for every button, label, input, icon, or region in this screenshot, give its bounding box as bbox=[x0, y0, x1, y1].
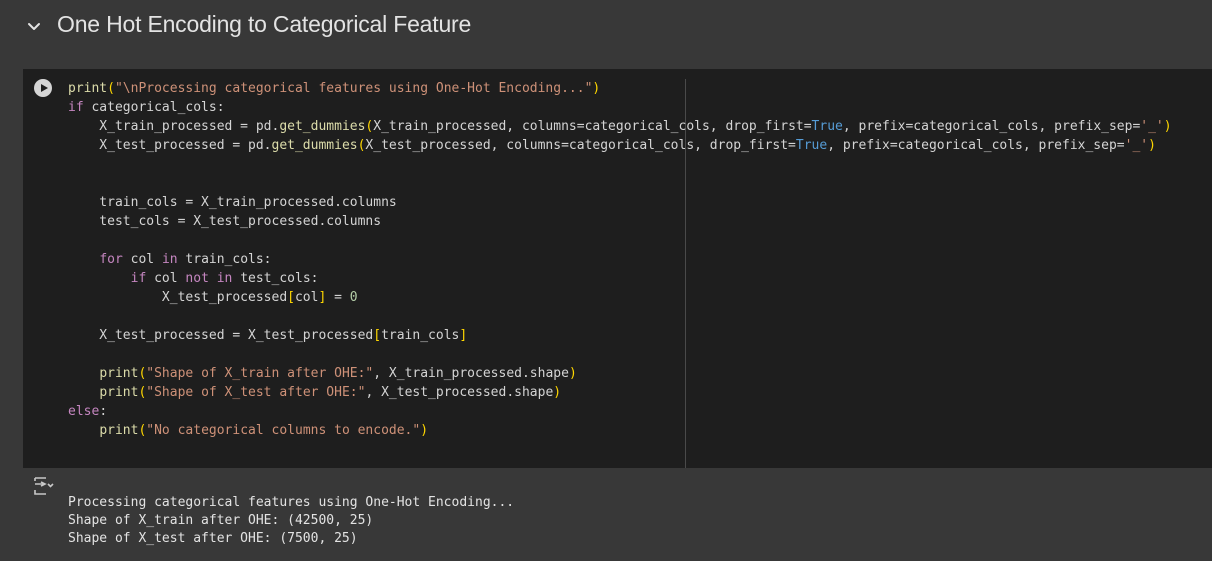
code-line: X_test_processed[col] = 0 bbox=[68, 290, 358, 305]
code-line: print("Shape of X_train after OHE:", X_t… bbox=[99, 366, 577, 381]
run-cell-button[interactable] bbox=[34, 79, 52, 97]
code-line: if col not in test_cols: bbox=[130, 271, 319, 286]
section-title: One Hot Encoding to Categorical Feature bbox=[57, 11, 472, 37]
code-line: print("\nProcessing categorical features… bbox=[68, 81, 601, 96]
chevron-down-icon[interactable] bbox=[24, 16, 44, 36]
code-line: for col in train_cols: bbox=[99, 252, 272, 267]
output-collapse-icon[interactable] bbox=[32, 476, 54, 496]
output-line: Shape of X_train after OHE: (42500, 25) bbox=[68, 513, 374, 528]
code-line: train_cols = X_train_processed.columns bbox=[68, 195, 397, 210]
output-line: Shape of X_test after OHE: (7500, 25) bbox=[68, 531, 358, 546]
code-line: X_test_processed = pd.get_dummies(X_test… bbox=[68, 138, 1156, 153]
code-line: test_cols = X_test_processed.columns bbox=[68, 214, 382, 229]
code-line: else: bbox=[68, 404, 108, 419]
cell-output: Processing categorical features using On… bbox=[68, 494, 514, 548]
section-header: One Hot Encoding to Categorical Feature bbox=[0, 0, 1212, 52]
code-line: if categorical_cols: bbox=[68, 100, 225, 115]
code-line: X_train_processed = pd.get_dummies(X_tra… bbox=[68, 119, 1172, 134]
code-line: X_test_processed = X_test_processed[trai… bbox=[68, 328, 468, 343]
code-line: print("Shape of X_test after OHE:", X_te… bbox=[99, 385, 562, 400]
code-editor[interactable]: print("\nProcessing categorical features… bbox=[68, 79, 1172, 440]
output-line: Processing categorical features using On… bbox=[68, 495, 515, 510]
code-line: print("No categorical columns to encode.… bbox=[99, 423, 429, 438]
